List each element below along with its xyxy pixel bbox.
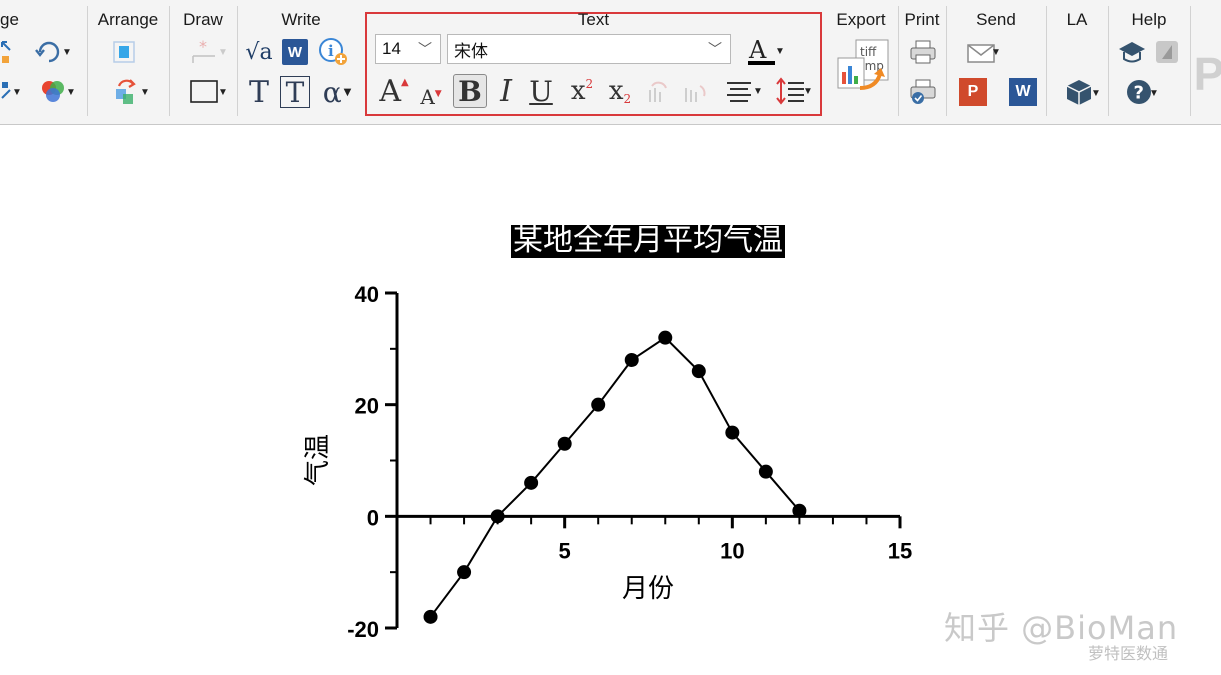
chevron-down-icon: ﹀ [418,41,432,57]
data-point [691,364,706,379]
help-question-icon[interactable]: ? ▼ [1117,76,1161,108]
chart-svg: 某地全年月平均气温 -20 0 20 40 5 10 15 月份 气温 [303,223,912,642]
data-point [423,609,438,624]
scale-icon[interactable]: ▼ [0,78,22,106]
group-arrange: Arrange ▼ [88,0,168,122]
superscript-icon[interactable]: x2 [565,74,599,108]
watermark-sub: 萝特医数通 [1088,644,1169,663]
group-print-title: Print [904,10,940,29]
subscript-icon[interactable]: x2 [603,74,637,108]
ribbon-toolbar: ge ▼ ▼ ▼ Arrange ▼ Draw * ▼ ▼ Write √a W… [0,0,1221,125]
svg-text:A: A [748,36,767,64]
y-tick-label: 40 [355,282,379,307]
group-send: Send ▼ P W [947,0,1045,122]
group-help-title: Help [1131,10,1167,29]
resize-icon[interactable] [0,38,14,66]
color-scheme-icon[interactable]: ▼ [34,78,76,106]
group-print: Print [899,0,945,122]
info-constant-icon[interactable]: i [318,36,350,68]
font-name-combo[interactable]: 宋体 ﹀ [447,34,731,64]
greek-alpha-label: α [322,75,342,109]
x-tick-label: 5 [559,538,571,563]
group-export-title: Export [836,10,886,29]
line-spacing-icon[interactable]: ▼ [767,74,813,108]
group-write-title: Write [281,10,321,29]
x-axis-label: 月份 [622,574,674,604]
export-tiff-label: tiff [860,45,877,59]
group-text-title: Text [577,10,610,29]
data-point [658,330,673,345]
print-preview-icon[interactable] [908,78,938,106]
x-tick-label: 10 [720,538,744,563]
greek-symbol-icon[interactable]: α ▼ [318,75,356,109]
group-export: Export tiff bmp [826,0,896,122]
group-image: ge ▼ ▼ ▼ [0,0,86,122]
rotate-right-text-icon[interactable] [679,74,707,108]
rotate-icon[interactable]: ▼ [34,38,72,66]
learning-center-icon[interactable] [1117,38,1147,66]
group-write: Write √a W i T T α ▼ [238,0,364,122]
group-draw: Draw * ▼ ▼ [170,0,236,122]
y-axis-label: 气温 [303,434,333,486]
send-powerpoint-icon[interactable]: P [959,78,987,106]
group-objects-icon[interactable]: ▼ [106,78,150,106]
data-point [591,397,606,412]
underline-icon[interactable]: U [527,74,555,108]
data-point [725,425,740,440]
chart-title: 某地全年月平均气温 [513,223,783,258]
data-point [792,503,807,518]
email-icon[interactable]: ▼ [959,40,1003,66]
svg-text:?: ? [1134,83,1144,104]
group-text: Text 14 ﹀ 宋体 ﹀ A ▼ A▲ A▼ B I U x2 x2 ▼ [365,0,822,122]
align-text-icon[interactable]: ▼ [715,74,763,108]
align-icon[interactable] [110,38,138,66]
group-image-title: ge [0,10,19,29]
printer-icon[interactable] [908,38,938,66]
group-draw-title: Draw [183,10,223,29]
data-point [624,353,639,367]
text-box-icon[interactable]: T [280,76,310,109]
group-la: LA ▼ [1047,0,1107,122]
font-size-combo[interactable]: 14 ﹀ [375,34,441,64]
group-help: Help ? ▼ [1109,0,1189,122]
la-cube-icon[interactable]: ▼ [1057,76,1101,108]
data-point [557,436,572,451]
data-point [457,565,472,580]
group-la-title: LA [1066,10,1088,29]
series-line [429,336,801,618]
equation-icon[interactable]: √a [244,38,274,66]
draw-rectangle-icon[interactable]: ▼ [180,78,228,106]
word-object-icon[interactable]: W [282,39,308,65]
y-tick-label: 0 [367,505,379,530]
text-tool-icon[interactable]: T [244,75,274,110]
x-tick-label: 15 [888,538,912,563]
graph-canvas: 某地全年月平均气温 -20 0 20 40 5 10 15 月份 气温 [0,125,1221,670]
italic-icon[interactable]: I [493,74,519,109]
draw-line-icon[interactable]: * ▼ [180,38,228,66]
font-size-value: 14 [382,39,401,58]
group-arrange-title: Arrange [97,10,159,29]
chevron-down-icon: ﹀ [708,42,722,58]
decrease-font-size-icon[interactable]: A ▼ [419,74,443,114]
export-image-icon[interactable]: tiff bmp [834,38,892,96]
svg-text:i: i [328,42,334,60]
increase-font-size-icon[interactable]: A ▲ [377,74,411,109]
y-tick-label: 20 [355,394,379,419]
prism-logo-icon: P [1193,48,1221,100]
y-tick-label: -20 [347,617,379,642]
group-send-title: Send [976,10,1016,29]
data-point [524,475,539,490]
font-name-value: 宋体 [454,41,488,62]
send-word-icon[interactable]: W [1009,78,1037,106]
font-color-icon[interactable]: A ▼ [737,34,787,68]
bold-icon[interactable]: B [453,74,487,108]
data-point [490,509,505,524]
rotate-left-text-icon[interactable] [645,74,673,108]
svg-text:*: * [199,38,207,56]
prism-cloud-icon[interactable] [1153,38,1181,66]
data-point [758,464,773,479]
